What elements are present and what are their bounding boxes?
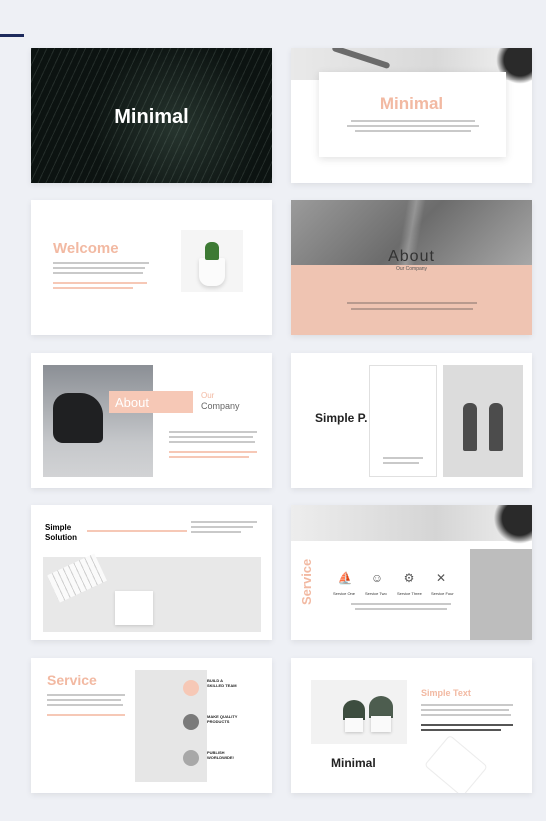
plants-photo [311,680,407,744]
slide-title: Simple Solution [45,523,77,542]
slide-title: About [115,395,149,410]
slide-simple-text[interactable]: Minimal Simple Text [291,658,532,793]
notepad-image [115,591,153,625]
gear-icon: ⚙ [403,571,415,585]
pot-image [371,716,391,732]
cactus-image [205,242,219,260]
doll-image [489,403,503,451]
dolls-photo [443,365,523,477]
slide-title: Service [299,558,314,605]
step-label: BUILD A SKILLED TEAM [207,678,237,688]
slide-title: Minimal [331,756,376,770]
slide-minimal-dark[interactable]: Minimal [31,48,272,183]
slide-about-building[interactable]: About Our Company [291,200,532,335]
slide-subtitle: Our Company [395,266,428,272]
title-card [319,72,506,157]
slide-welcome[interactable]: Welcome [31,200,272,335]
text-frame [369,365,437,477]
step-label: MAKE QUALITY PRODUCTS [207,714,238,724]
slide-subtitle: Simple Text [421,688,471,698]
plant-image [490,505,532,549]
slide-title: Minimal [114,106,189,128]
plant-image [343,700,365,720]
slide-minimal-light[interactable]: Minimal [291,48,532,183]
slide-title: Service [47,672,97,688]
slide-service-list[interactable]: Service BUILD A SKILLED TEAM MAKE QUALIT… [31,658,272,793]
slide-title: Minimal [379,94,444,113]
step-label: PUBLISH WORLDWIDE! [207,750,234,760]
step-circle [183,750,199,766]
boat-icon: ⛵ [337,571,353,585]
service-label: Service One [333,591,356,596]
peach-band [291,265,532,335]
step-circle [183,714,199,730]
pot-image [345,718,363,732]
vase-image [199,258,225,286]
slide-title: About [388,248,435,265]
service-icons: ⛵ ☺ ⚙ ✕ [335,571,451,585]
slide-simple-p[interactable]: Simple P. [291,353,532,488]
person-icon: ☺ [370,571,384,585]
slide-service-icons[interactable]: Service ⛵ ☺ ⚙ ✕ Service One Service Two … [291,505,532,640]
step-circle [183,680,199,696]
service-label: Service Two [365,591,387,596]
tools-icon [423,734,489,793]
accent-line [87,530,187,532]
title-company: Company [201,401,240,411]
doll-image [463,403,477,451]
service-label: Service Three [397,591,422,596]
tools-icon: ✕ [435,571,447,585]
cactus-photo [181,230,243,292]
accent-bar [0,34,24,37]
rock-image [53,393,103,443]
service-label: Service Four [431,591,454,596]
title-our: Our [201,391,215,400]
slide-title: Simple P. [315,411,368,425]
slide-simple-solution[interactable]: Simple Solution [31,505,272,640]
grey-panel [470,549,532,640]
plant-image [369,696,393,718]
slide-title: Welcome [53,240,119,257]
slide-about-company[interactable]: About Our Company [31,353,272,488]
